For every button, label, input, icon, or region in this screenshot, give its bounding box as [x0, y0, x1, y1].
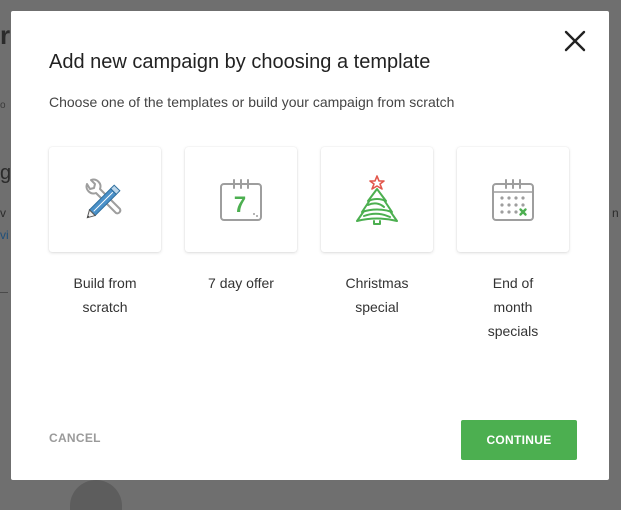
- template-card-box[interactable]: [49, 147, 161, 252]
- continue-button[interactable]: CONTINUE: [461, 420, 577, 460]
- background-text-fragment: o: [0, 100, 6, 111]
- template-card-box[interactable]: 7: [185, 147, 297, 252]
- calendar-grid-icon: [492, 178, 534, 221]
- new-campaign-modal: Add new campaign by choosing a template …: [11, 11, 609, 480]
- background-heading-fragment: g: [0, 162, 12, 184]
- template-end-of-month-specials[interactable]: End of month specials: [457, 147, 569, 343]
- template-label: Christmas special: [345, 275, 409, 315]
- background-link-fragment: vi: [0, 228, 9, 242]
- template-label: End of month specials: [487, 275, 539, 339]
- close-button[interactable]: [563, 29, 587, 53]
- background-heading-fragment: r: [0, 20, 11, 50]
- template-christmas-special[interactable]: Christmas special: [321, 147, 433, 319]
- background-text-fragment: n: [612, 206, 619, 220]
- template-7-day-offer[interactable]: 7 7 day offer: [185, 147, 297, 295]
- template-label: 7 day offer: [208, 275, 274, 291]
- christmas-tree-icon: [356, 174, 398, 225]
- svg-text:7: 7: [234, 192, 246, 217]
- modal-title: Add new campaign by choosing a template: [49, 51, 431, 73]
- close-icon: [564, 30, 586, 52]
- background-divider: [0, 292, 8, 293]
- template-build-from-scratch[interactable]: Build from scratch: [49, 147, 161, 319]
- background-avatar: [70, 480, 122, 510]
- background-text-fragment: v: [0, 206, 6, 220]
- wrench-pencil-icon: [85, 178, 122, 218]
- modal-subtitle: Choose one of the templates or build you…: [49, 94, 455, 110]
- template-card-box[interactable]: [457, 147, 569, 252]
- calendar-seven-icon: 7: [220, 178, 262, 221]
- template-label: Build from scratch: [73, 275, 137, 315]
- cancel-button[interactable]: CANCEL: [49, 431, 101, 445]
- template-card-box[interactable]: [321, 147, 433, 252]
